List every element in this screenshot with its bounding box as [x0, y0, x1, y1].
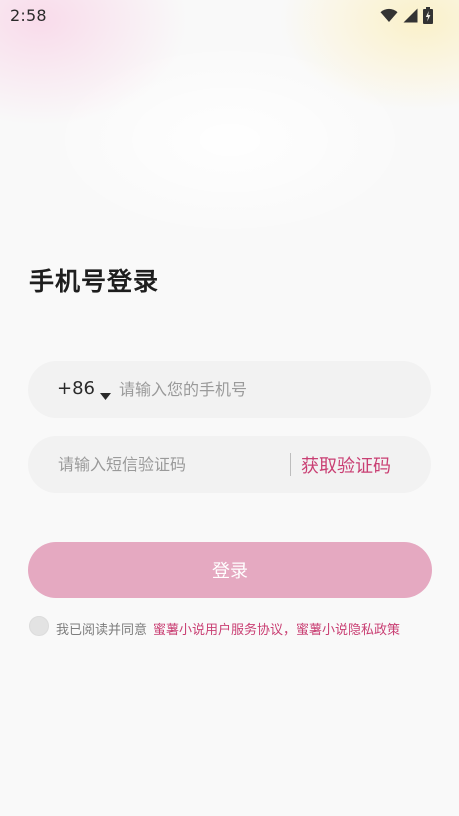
- wifi-icon: [380, 8, 398, 23]
- agreement-prefix: 我已阅读并同意: [56, 623, 148, 638]
- privacy-policy-link[interactable]: 蜜薯小说隐私政策: [296, 623, 400, 638]
- page-title: 手机号登录: [29, 267, 160, 296]
- agreement-row: 我已阅读并同意 蜜薯小说用户服务协议，蜜薯小说隐私政策: [29, 616, 449, 638]
- login-button[interactable]: 登录: [28, 542, 432, 598]
- chevron-down-icon[interactable]: [100, 385, 111, 404]
- status-time: 2:58: [10, 6, 47, 25]
- country-code-selector[interactable]: +86: [57, 378, 95, 399]
- phone-field: +86: [28, 361, 431, 418]
- get-code-button[interactable]: 获取验证码: [301, 452, 391, 478]
- agreement-text: 我已阅读并同意 蜜薯小说用户服务协议，蜜薯小说隐私政策: [56, 619, 400, 638]
- user-agreement-link[interactable]: 蜜薯小说用户服务协议，: [153, 623, 296, 638]
- field-divider: [290, 453, 291, 476]
- status-icons: [380, 7, 433, 24]
- verification-code-input[interactable]: [58, 452, 283, 476]
- verification-code-field: 获取验证码: [28, 436, 431, 493]
- agreement-checkbox[interactable]: [29, 616, 49, 636]
- status-bar: 2:58: [0, 0, 459, 32]
- login-screen: 2:58 手机号登录 +86 请输入您的手机号 请输入短信验证码 获取验证码 登…: [0, 0, 459, 816]
- phone-input[interactable]: [119, 377, 409, 401]
- signal-icon: [403, 8, 418, 23]
- battery-charging-icon: [423, 7, 433, 24]
